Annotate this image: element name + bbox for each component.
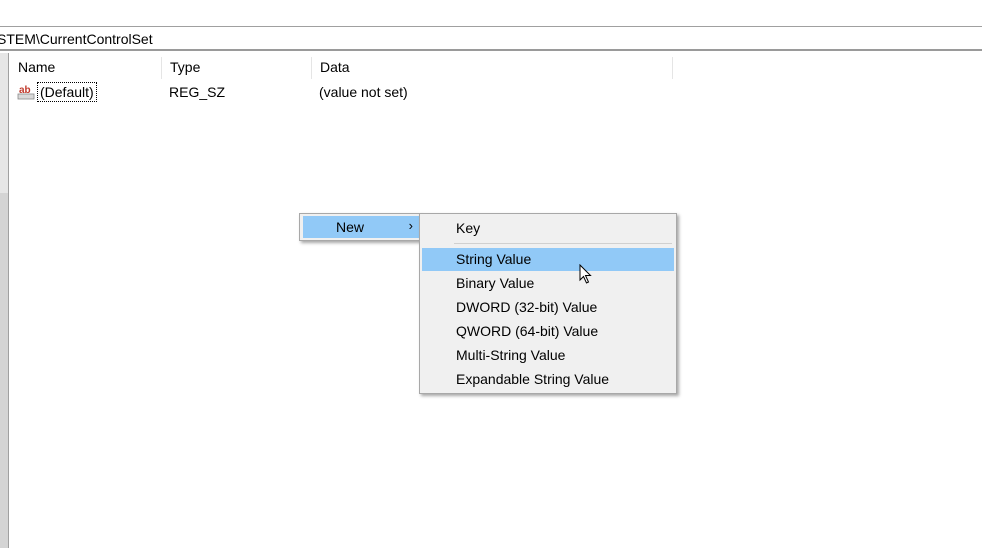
submenu-item-label: QWORD (64-bit) Value — [456, 323, 599, 339]
column-header-name[interactable]: Name — [10, 57, 162, 79]
address-bar[interactable]: STEM\CurrentControlSet — [0, 27, 982, 51]
column-header-type[interactable]: Type — [162, 57, 312, 79]
window-top-strip — [0, 0, 982, 27]
submenu-item-label: Multi-String Value — [456, 347, 566, 363]
submenu-item-dword-value[interactable]: DWORD (32-bit) Value — [422, 296, 674, 319]
submenu-item-multi-string-value[interactable]: Multi-String Value — [422, 344, 674, 367]
context-menu: New › — [299, 213, 421, 241]
column-header-data[interactable]: Data — [312, 57, 673, 79]
address-path: STEM\CurrentControlSet — [0, 31, 153, 47]
submenu-item-qword-value[interactable]: QWORD (64-bit) Value — [422, 320, 674, 343]
submenu-item-label: Binary Value — [456, 275, 535, 291]
submenu-item-key[interactable]: Key — [422, 217, 674, 240]
registry-editor-window: STEM\CurrentControlSet Name Type Data ab… — [0, 0, 982, 548]
value-type: REG_SZ — [169, 84, 226, 100]
submenu-item-expandable-string-value[interactable]: Expandable String Value — [422, 368, 674, 391]
menu-separator — [454, 243, 672, 244]
list-header: Name Type Data — [10, 57, 673, 79]
submenu-item-label: Key — [456, 220, 481, 236]
menu-item-new-label: New — [336, 219, 365, 235]
tree-pane-edge[interactable] — [0, 53, 9, 548]
svg-text:ab: ab — [19, 85, 31, 96]
list-item[interactable]: ab (Default) REG_SZ (value not set) — [10, 81, 673, 103]
submenu-item-label: DWORD (32-bit) Value — [456, 299, 598, 315]
value-name: (Default) — [37, 82, 97, 102]
tree-pane-scroll[interactable] — [0, 193, 8, 548]
menu-item-new[interactable]: New › — [303, 216, 419, 238]
submenu-item-binary-value[interactable]: Binary Value — [422, 272, 674, 295]
submenu-item-label: Expandable String Value — [456, 371, 610, 387]
submenu-arrow-icon: › — [408, 218, 413, 233]
new-submenu: Key String Value Binary Value DWORD (32-… — [419, 213, 677, 394]
submenu-item-label: String Value — [456, 251, 532, 267]
string-value-icon: ab — [17, 85, 35, 100]
value-data: (value not set) — [319, 84, 408, 100]
mouse-pointer-icon — [579, 264, 592, 284]
submenu-item-string-value[interactable]: String Value — [422, 248, 674, 271]
